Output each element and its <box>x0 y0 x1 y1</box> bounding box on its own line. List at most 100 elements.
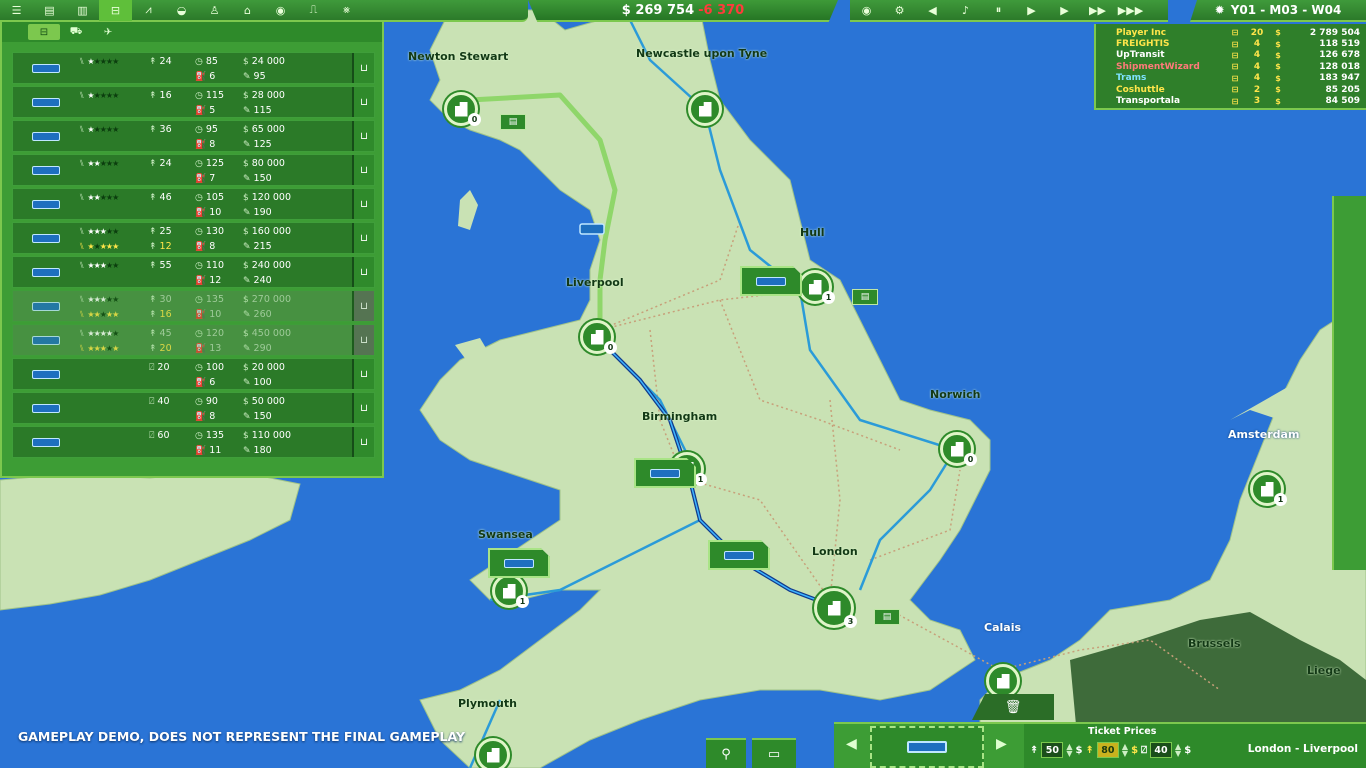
price-stepper[interactable]: ▲ ▼ <box>1066 743 1072 758</box>
city-label-swansea[interactable]: Swansea <box>478 528 533 541</box>
person-button[interactable]: ♙ <box>198 0 231 21</box>
buy-vehicle-button[interactable]: ⊔ <box>352 189 374 219</box>
menu-button[interactable]: ☰ <box>0 0 33 21</box>
bus-icon: ⊟ <box>1231 50 1239 60</box>
vehicle-row[interactable]: ⍁ 20 ◷ 100 $20 000 ⛽ 6 ✎ 100 ⊔ <box>12 358 375 390</box>
buy-vehicle-button[interactable]: ⊔ <box>352 359 374 389</box>
ticket-price-cargo[interactable]: 40 <box>1150 742 1173 758</box>
right-side-panel[interactable] <box>1332 196 1366 570</box>
speed2-button[interactable]: ▶▶ <box>1081 0 1114 21</box>
vehicle-row[interactable]: ⑊ ★★★★★ ↟ 24 ◷ 85 $24 000 ⛽ 6 ✎ 95 ⊔ <box>12 52 375 84</box>
buy-vehicle-button[interactable]: ⊔ <box>352 87 374 117</box>
station-london[interactable]: 3 <box>814 588 857 628</box>
city-label-norwich[interactable]: Norwich <box>930 388 980 401</box>
vehicle-row[interactable]: ⍁ 60 ◷ 135 $110 000 ⛽ 11 ✎ 180 ⊔ <box>12 426 375 458</box>
vehicle-row[interactable]: ⑊ ★★★★★ ↟ 45 ◷ 120 $450 000 ⑊ ★★★★★ ↟ 20 ⛽ 13 ✎ 290 ⊔ <box>12 324 375 356</box>
station-plymouth[interactable] <box>476 738 510 768</box>
bank-button[interactable]: ▥ <box>66 0 99 21</box>
city-label-hull[interactable]: Hull <box>800 226 825 239</box>
city-label-brussels[interactable]: Brussels <box>1188 637 1241 650</box>
graph-button[interactable]: ⨳ <box>330 0 363 21</box>
city-label-newcastle[interactable]: Newcastle upon Tyne <box>636 47 767 60</box>
price-stepper[interactable]: ▲ ▼ <box>1122 743 1128 758</box>
folder-button[interactable]: ▭ <box>752 738 796 768</box>
company-row[interactable]: UpTransit ⊟ 4 $126 678 <box>1116 50 1360 61</box>
station-newcastle[interactable] <box>688 92 722 126</box>
sell-vehicle-button[interactable]: 🗑 <box>972 694 1054 720</box>
locate-button[interactable]: ⚲ <box>706 738 746 768</box>
vehicle-list[interactable]: ⑊ ★★★★★ ↟ 24 ◷ 85 $24 000 ⛽ 6 ✎ 95 ⊔ ⑊ ★★★★★ ↟ 16 ◷ 115 $2… <box>12 52 375 472</box>
play-button[interactable]: ▶ <box>1015 0 1048 21</box>
ticket-price-vip[interactable]: 80 <box>1096 742 1119 758</box>
vehicle-row[interactable]: ⍁ 40 ◷ 90 $50 000 ⛽ 8 ✎ 150 ⊔ <box>12 392 375 424</box>
pause-button[interactable]: ⏸ <box>982 0 1015 21</box>
station-swansea[interactable]: 1 <box>492 574 529 608</box>
city-label-london[interactable]: London <box>812 545 858 558</box>
buy-vehicle-button[interactable]: ⊔ <box>352 53 374 83</box>
music-button[interactable]: ♪ <box>949 0 982 21</box>
station-hull[interactable]: 1 <box>798 270 835 304</box>
buy-vehicle-button[interactable]: ⊔ <box>352 121 374 151</box>
bus-button[interactable]: ⊟ <box>99 0 132 21</box>
volume-button[interactable]: ◀ <box>916 0 949 21</box>
city-label-calais[interactable]: Calais <box>984 621 1021 634</box>
company-row[interactable]: ShipmentWizard ⊟ 4 $128 018 <box>1116 61 1360 72</box>
city-label-amsterdam[interactable]: Amsterdam <box>1228 428 1299 441</box>
buy-vehicle-button[interactable]: ⊔ <box>352 223 374 253</box>
city-label-liverpool[interactable]: Liverpool <box>566 276 624 289</box>
next-vehicle-button[interactable]: ▶ <box>996 736 1007 752</box>
gear-button[interactable]: ◉ <box>264 0 297 21</box>
vehicle-row[interactable]: ⑊ ★★★★★ ↟ 46 ◷ 105 $120 000 ⛽ 10 ✎ 190 ⊔ <box>12 188 375 220</box>
company-row[interactable]: FREIGHTIS ⊟ 4 $118 519 <box>1116 38 1360 49</box>
tab-plane[interactable]: ✈ <box>92 24 124 40</box>
prev-vehicle-button[interactable]: ◀ <box>846 736 857 752</box>
vehicle-row[interactable]: ⑊ ★★★★★ ↟ 30 ◷ 135 $270 000 ⑊ ★★★★★ ↟ 16 ⛽ 10 ✎ 260 ⊔ <box>12 290 375 322</box>
station-amsterdam[interactable]: 1 <box>1250 472 1287 506</box>
buy-vehicle-button[interactable]: ⊔ <box>352 155 374 185</box>
vehicle-card-hull[interactable] <box>740 266 802 296</box>
city-label-birmingham[interactable]: Birmingham <box>642 410 717 423</box>
vehicle-row[interactable]: ⑊ ★★★★★ ↟ 24 ◷ 125 $80 000 ⛽ 7 ✎ 150 ⊔ <box>12 154 375 186</box>
vehicle-card-route[interactable] <box>708 540 770 570</box>
building-button[interactable]: ⌂ <box>231 0 264 21</box>
company-row[interactable]: Trams ⊟ 4 $183 947 <box>1116 73 1360 84</box>
city-label-newton-stewart[interactable]: Newton Stewart <box>408 50 508 63</box>
company-row[interactable]: Coshuttle ⊟ 2 $85 205 <box>1116 84 1360 95</box>
vehicle-card-birmingham[interactable] <box>634 458 696 488</box>
depot-newton-stewart[interactable]: ▤ <box>500 114 526 130</box>
helmet-button[interactable]: ◒ <box>165 0 198 21</box>
speed3-button[interactable]: ▶▶▶ <box>1114 0 1147 21</box>
depot-london[interactable]: ▤ <box>874 609 900 625</box>
vehicle-row[interactable]: ⑊ ★★★★★ ↟ 25 ◷ 130 $160 000 ⑊ ★★★★★ ↟ 12 ⛽ 8 ✎ 215 ⊔ <box>12 222 375 254</box>
vehicle-row[interactable]: ⑊ ★★★★★ ↟ 16 ◷ 115 $28 000 ⛽ 5 ✎ 115 ⊔ <box>12 86 375 118</box>
price-stepper[interactable]: ▲ ▼ <box>1175 743 1181 758</box>
city-label-liege[interactable]: Liege <box>1307 664 1341 677</box>
city-label-plymouth[interactable]: Plymouth <box>458 697 517 710</box>
ticket-price-passenger[interactable]: 50 <box>1041 742 1064 758</box>
eye-button[interactable]: ◉ <box>850 0 883 21</box>
vehicle-card-swansea[interactable] <box>488 548 550 578</box>
chart-button[interactable]: ⩘ <box>132 0 165 21</box>
buy-vehicle-button[interactable]: ⊔ <box>352 291 374 321</box>
buy-vehicle-button[interactable]: ⊔ <box>352 393 374 423</box>
buy-vehicle-button[interactable]: ⊔ <box>352 325 374 355</box>
buy-vehicle-button[interactable]: ⊔ <box>352 257 374 287</box>
tab-truck[interactable]: ⛟ <box>60 24 92 40</box>
station-calais[interactable] <box>986 664 1020 698</box>
vehicle-row[interactable]: ⑊ ★★★★★ ↟ 36 ◷ 95 $65 000 ⛽ 8 ✎ 125 ⊔ <box>12 120 375 152</box>
company-row[interactable]: Player Inc ⊟ 20 $2 789 504 <box>1116 27 1360 38</box>
tab-bus[interactable]: ⊟ <box>28 24 60 40</box>
depot-hull[interactable]: ▤ <box>852 289 878 305</box>
station-liverpool[interactable]: 0 <box>580 320 617 354</box>
moving-bus[interactable] <box>579 223 605 235</box>
stats-button[interactable]: ⎍ <box>297 0 330 21</box>
station-newton-stewart[interactable]: 0 <box>444 92 481 126</box>
selected-vehicle-card[interactable] <box>870 726 984 768</box>
company-row[interactable]: Transportala ⊟ 3 $84 509 <box>1116 95 1360 106</box>
settings-button[interactable]: ⚙ <box>883 0 916 21</box>
speed1-button[interactable]: ▶ <box>1048 0 1081 21</box>
finance-button[interactable]: ▤ <box>33 0 66 21</box>
buy-vehicle-button[interactable]: ⊔ <box>352 427 374 457</box>
station-norwich[interactable]: 0 <box>940 432 977 466</box>
vehicle-row[interactable]: ⑊ ★★★★★ ↟ 55 ◷ 110 $240 000 ⛽ 12 ✎ 240 ⊔ <box>12 256 375 288</box>
